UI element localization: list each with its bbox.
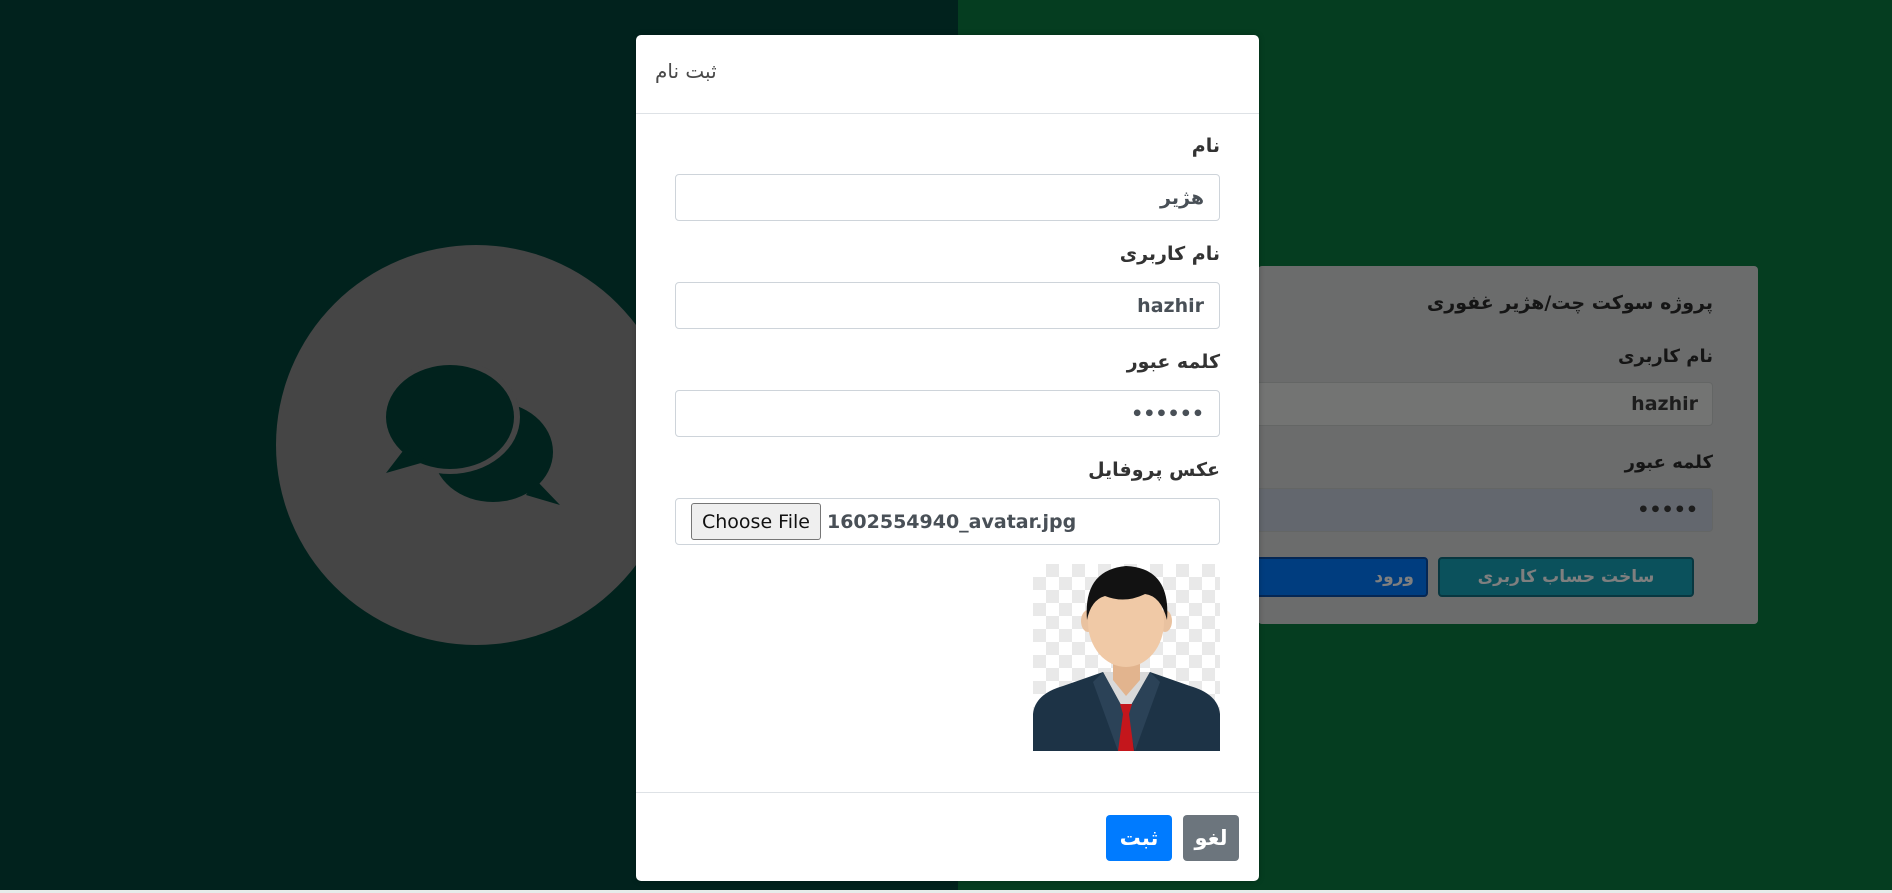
username-label: نام کاربری: [1119, 243, 1220, 265]
submit-button[interactable]: ثبت: [1106, 815, 1172, 861]
profile-photo-label: عکس پروفایل: [1088, 459, 1220, 481]
password-label: کلمه عبور: [1126, 351, 1220, 373]
modal-title: ثبت نام: [655, 59, 717, 83]
choose-file-button[interactable]: Choose File: [691, 503, 821, 540]
name-label: نام: [1191, 135, 1220, 157]
selected-file-name: 1602554940_avatar.jpg: [826, 510, 1077, 533]
password-input[interactable]: ••••••: [675, 390, 1220, 437]
register-modal: ثبت نام نام هژیر نام کاربری hazhir کلمه …: [636, 35, 1259, 881]
name-input[interactable]: هژیر: [675, 174, 1220, 221]
modal-footer: لغو ثبت: [636, 792, 1259, 882]
avatar-preview-image: [1033, 564, 1220, 751]
username-input[interactable]: hazhir: [675, 282, 1220, 329]
cancel-button[interactable]: لغو: [1183, 815, 1239, 861]
profile-photo-file-input[interactable]: Choose File 1602554940_avatar.jpg: [675, 498, 1220, 545]
modal-header: ثبت نام: [636, 35, 1259, 114]
